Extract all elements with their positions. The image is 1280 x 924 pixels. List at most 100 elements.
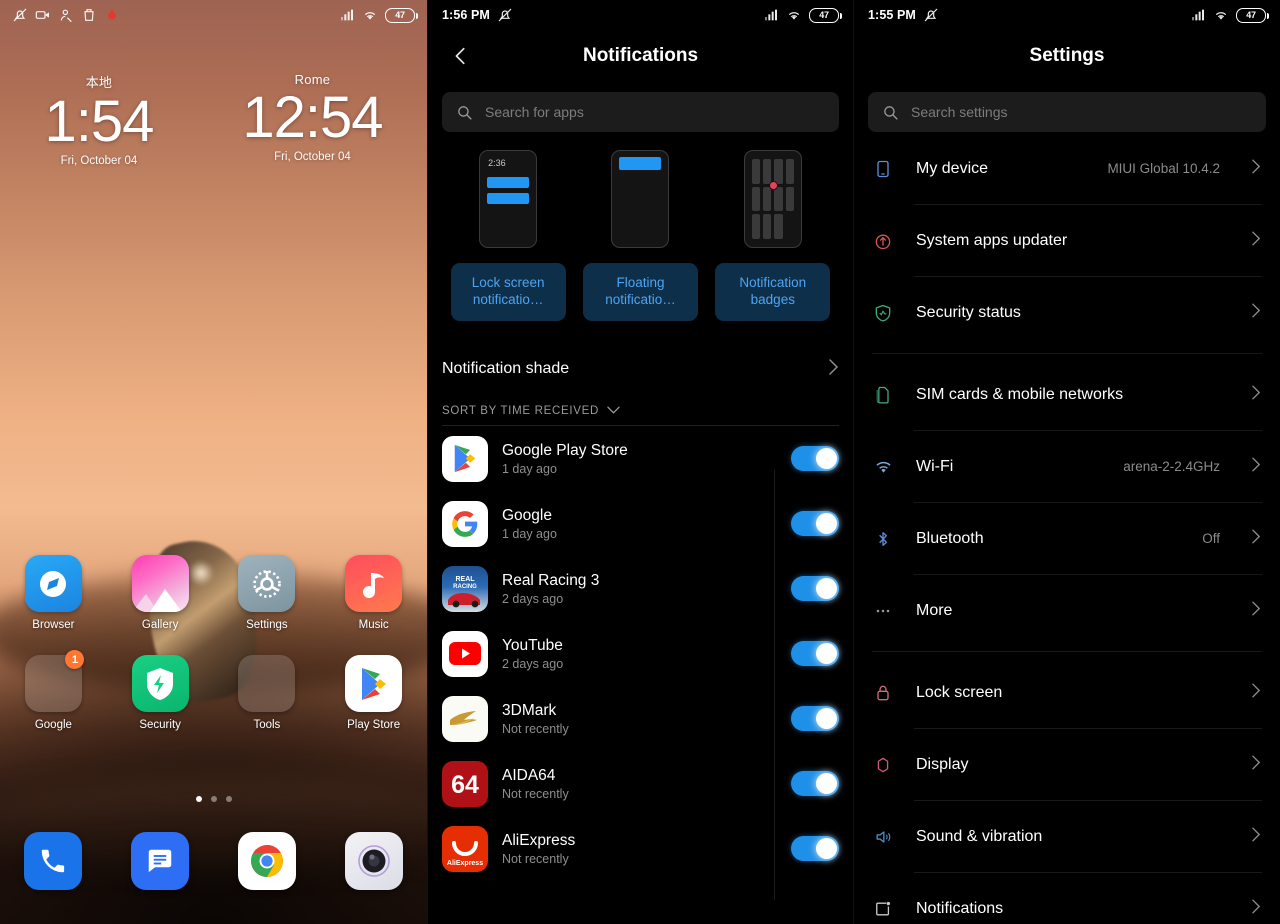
- divider: [914, 430, 1262, 431]
- sort-selector[interactable]: SORT BY TIME RECEIVED: [428, 391, 853, 425]
- app-sub: 1 day ago: [502, 461, 557, 476]
- sidebar-item-sound-vibration[interactable]: Sound & vibration: [854, 808, 1280, 865]
- chrome-icon[interactable]: [237, 832, 296, 890]
- clock-rome[interactable]: Rome 12:54 Fri, October 04: [242, 72, 383, 167]
- trash-icon: [84, 9, 94, 21]
- wifi-icon: [872, 456, 894, 478]
- device-icon: [872, 158, 894, 180]
- bluetooth-icon: [872, 528, 894, 550]
- notification-toggle[interactable]: [791, 771, 839, 796]
- mock-time: 2:36: [488, 158, 506, 168]
- row-label: Notification shade: [442, 360, 570, 377]
- notification-toggle[interactable]: [791, 641, 839, 666]
- app-play-store[interactable]: Play Store: [335, 655, 413, 731]
- sidebar-item-lock-screen[interactable]: Lock screen: [854, 664, 1280, 721]
- lock-icon: [872, 682, 894, 704]
- google-g-icon: [442, 500, 488, 547]
- notification-toggle[interactable]: [791, 576, 839, 601]
- row-label: Wi-Fi: [916, 457, 954, 475]
- chevron-right-icon: [1252, 457, 1262, 477]
- row-label: Bluetooth: [916, 529, 984, 547]
- lockscreen-mock: 2:36: [479, 150, 538, 248]
- table-row[interactable]: 64 AIDA64 Not recently: [428, 751, 853, 816]
- table-row[interactable]: REAL RACING Real Racing 3 2 days ago: [428, 556, 853, 621]
- clock-date: Fri, October 04: [274, 150, 351, 163]
- 3dmark-icon: [442, 695, 488, 742]
- table-row[interactable]: 3DMark Not recently: [428, 686, 853, 751]
- page-dot-3[interactable]: [225, 796, 232, 802]
- row-value: arena-2-2.4GHz: [1123, 459, 1220, 474]
- clock-time: 12:54: [242, 85, 383, 150]
- preview-lock-screen[interactable]: 2:36 Lock screen notificatio…: [450, 150, 566, 321]
- silent-mode-icon: [13, 8, 27, 22]
- svg-text:REAL: REAL: [455, 576, 475, 583]
- sidebar-item-more[interactable]: More: [854, 582, 1280, 639]
- sidebar-item-security-status[interactable]: Security status: [854, 284, 1280, 341]
- search-apps-input[interactable]: Search for apps: [442, 92, 839, 132]
- page-dot-1[interactable]: [195, 796, 202, 802]
- camera-icon[interactable]: [344, 832, 403, 890]
- sidebar-item-display[interactable]: Display: [854, 736, 1280, 793]
- row-label: Sound & vibration: [916, 827, 1043, 845]
- notification-toggle[interactable]: [791, 706, 839, 731]
- screen-recorder-icon: [35, 11, 49, 19]
- sidebar-item-bluetooth[interactable]: Bluetooth Off: [854, 510, 1280, 567]
- notification-toggle[interactable]: [791, 511, 839, 536]
- notification-toggle[interactable]: [791, 446, 839, 471]
- wifi-icon: [1215, 12, 1227, 20]
- table-row[interactable]: YouTube 2 days ago: [428, 621, 853, 686]
- search-placeholder: Search settings: [911, 104, 1008, 120]
- app-sub: 2 days ago: [502, 591, 564, 606]
- search-settings-input[interactable]: Search settings: [868, 92, 1266, 132]
- notification-shade-row[interactable]: Notification shade: [428, 347, 853, 391]
- clock-local[interactable]: 本地 1:54 Fri, October 04: [44, 72, 154, 167]
- app-grid: Browser Gallery Settings Music 1 Google …: [0, 555, 427, 755]
- settings-gear-icon: [238, 555, 296, 612]
- status-time: 1:55 PM: [868, 8, 916, 22]
- row-label: More: [916, 601, 953, 619]
- sidebar-item-system-apps-updater[interactable]: System apps updater: [854, 212, 1280, 269]
- sidebar-item-my-device[interactable]: My device MIUI Global 10.4.2: [854, 140, 1280, 197]
- signal-icon: [1192, 9, 1204, 21]
- divider: [914, 800, 1262, 801]
- silent-mode-icon: [924, 8, 938, 22]
- wifi-icon: [364, 12, 376, 20]
- app-gallery[interactable]: Gallery: [121, 555, 199, 631]
- more-dots-icon: [872, 600, 894, 622]
- app-folder-google[interactable]: 1 Google: [14, 650, 92, 731]
- app-folder-tools[interactable]: Tools: [228, 655, 306, 731]
- preview-floating[interactable]: Floating notificatio…: [582, 150, 698, 321]
- sidebar-item-notifications[interactable]: Notifications: [854, 880, 1280, 924]
- notification-toggle[interactable]: [791, 836, 839, 861]
- divider: [914, 872, 1262, 873]
- page-dot-2[interactable]: [210, 796, 217, 802]
- table-row[interactable]: AliExpress AliExpress Not recently: [428, 816, 853, 881]
- app-music[interactable]: Music: [335, 555, 413, 631]
- app-label: Browser: [32, 619, 75, 631]
- app-settings[interactable]: Settings: [228, 555, 306, 631]
- messages-icon[interactable]: [131, 832, 190, 890]
- battery-level: 47: [1246, 10, 1256, 20]
- divider: [914, 502, 1262, 503]
- status-time: 1:56 PM: [442, 8, 490, 22]
- clock-city: Rome: [294, 72, 331, 87]
- back-chevron-icon[interactable]: [446, 41, 476, 71]
- app-browser[interactable]: Browser: [14, 555, 92, 631]
- home-dock: [0, 832, 427, 890]
- dual-clock-widget[interactable]: 本地 1:54 Fri, October 04 Rome 12:54 Fri, …: [0, 72, 427, 167]
- app-sub: Not recently: [502, 786, 569, 801]
- table-row[interactable]: Google Play Store 1 day ago: [428, 426, 853, 491]
- sidebar-item-sim-cards[interactable]: SIM cards & mobile networks: [854, 366, 1280, 423]
- phone-icon[interactable]: [24, 832, 83, 890]
- table-row[interactable]: Google 1 day ago: [428, 491, 853, 556]
- three-pane-screenshot: 47 本地 1:54 Fri, October 04 Rome 12:54 Fr…: [0, 0, 1280, 924]
- preview-badges[interactable]: Notification badges: [715, 150, 831, 321]
- page-title: Settings: [1029, 45, 1105, 66]
- battery-indicator: 47: [1236, 7, 1269, 23]
- silent-mode-icon: [498, 8, 512, 22]
- app-row-2: 1 Google Security Tools Play Store: [0, 650, 427, 731]
- app-security[interactable]: Security: [121, 655, 199, 731]
- row-label: My device: [916, 159, 989, 177]
- search-placeholder: Search for apps: [485, 104, 584, 120]
- sidebar-item-wifi[interactable]: Wi-Fi arena-2-2.4GHz: [854, 438, 1280, 495]
